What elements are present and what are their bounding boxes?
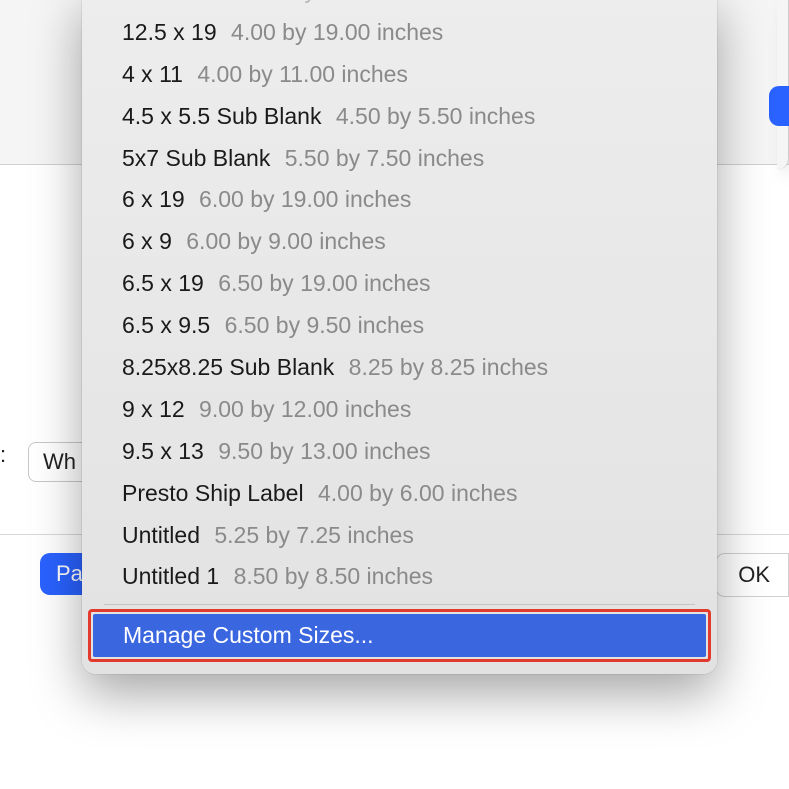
paper-size-name: 9 x 12 xyxy=(122,396,185,422)
paper-size-dimensions: 9.50 by 13.00 inches xyxy=(218,438,430,464)
paper-size-dimensions: 6.50 by 9.50 inches xyxy=(225,312,424,338)
background-primary-button-partial[interactable] xyxy=(769,86,789,126)
paper-size-option[interactable]: 11.5 x 24 11.50 by 24.00 inches xyxy=(82,0,717,12)
background-window-edge xyxy=(777,0,789,170)
manage-custom-sizes-item[interactable]: Manage Custom Sizes... xyxy=(93,614,706,657)
paper-size-option[interactable]: 6.5 x 9.5 6.50 by 9.50 inches xyxy=(82,305,717,347)
menu-separator xyxy=(104,604,695,605)
paper-size-option[interactable]: 6 x 19 6.00 by 19.00 inches xyxy=(82,179,717,221)
paper-size-name: Untitled xyxy=(122,522,200,548)
paper-size-dimensions: 6.00 by 19.00 inches xyxy=(199,186,411,212)
paper-size-option[interactable]: 6 x 9 6.00 by 9.00 inches xyxy=(82,221,717,263)
paper-size-name: 4.5 x 5.5 Sub Blank xyxy=(122,103,321,129)
paper-size-option[interactable]: Untitled 5.25 by 7.25 inches xyxy=(82,515,717,557)
paper-size-name: 11.5 x 24 xyxy=(122,0,215,3)
paper-size-dimensions: 4.00 by 19.00 inches xyxy=(231,19,443,45)
paper-size-name: 8.25x8.25 Sub Blank xyxy=(122,354,334,380)
paper-size-name: 4 x 11 xyxy=(122,61,183,87)
paper-size-name: 6.5 x 9.5 xyxy=(122,312,210,338)
paper-size-option[interactable]: Untitled 1 8.50 by 8.50 inches xyxy=(82,556,717,598)
paper-size-option[interactable]: 9.5 x 13 9.50 by 13.00 inches xyxy=(82,431,717,473)
paper-size-dropdown: 11.5 x 24 11.50 by 24.00 inches 12.5 x 1… xyxy=(82,0,717,674)
paper-size-name: 9.5 x 13 xyxy=(122,438,204,464)
paper-size-dimensions: 8.50 by 8.50 inches xyxy=(234,563,433,589)
paper-size-dimensions: 5.50 by 7.50 inches xyxy=(285,145,484,171)
highlight-annotation: Manage Custom Sizes... xyxy=(88,609,711,662)
paper-size-name: 12.5 x 19 xyxy=(122,19,217,45)
paper-size-name: Untitled 1 xyxy=(122,563,219,589)
paper-size-option[interactable]: 12.5 x 19 4.00 by 19.00 inches xyxy=(82,12,717,54)
paper-size-option[interactable]: 4 x 11 4.00 by 11.00 inches xyxy=(82,54,717,96)
paper-size-dimensions: 4.00 by 11.00 inches xyxy=(197,61,408,87)
paper-size-option[interactable]: 8.25x8.25 Sub Blank 8.25 by 8.25 inches xyxy=(82,347,717,389)
paper-size-name: Presto Ship Label xyxy=(122,480,304,506)
ok-button[interactable]: OK xyxy=(715,553,789,597)
paper-size-dimensions: 6.50 by 19.00 inches xyxy=(218,270,430,296)
paper-size-name: 6 x 19 xyxy=(122,186,185,212)
paper-size-dimensions: 5.25 by 7.25 inches xyxy=(214,522,413,548)
paper-size-option[interactable]: 6.5 x 19 6.50 by 19.00 inches xyxy=(82,263,717,305)
paper-size-dimensions: 11.50 by 24.00 inches xyxy=(229,0,452,3)
paper-size-name: 6 x 9 xyxy=(122,228,172,254)
paper-size-dimensions: 4.00 by 6.00 inches xyxy=(318,480,517,506)
paper-size-name: 5x7 Sub Blank xyxy=(122,145,270,171)
paper-size-option[interactable]: Presto Ship Label 4.00 by 6.00 inches xyxy=(82,473,717,515)
paper-size-dimensions: 9.00 by 12.00 inches xyxy=(199,396,411,422)
paper-size-dimensions: 8.25 by 8.25 inches xyxy=(349,354,548,380)
paper-size-option[interactable]: 9 x 12 9.00 by 12.00 inches xyxy=(82,389,717,431)
paper-size-dimensions: 6.00 by 9.00 inches xyxy=(186,228,385,254)
paper-size-name: 6.5 x 19 xyxy=(122,270,204,296)
paper-size-option[interactable]: 4.5 x 5.5 Sub Blank 4.50 by 5.50 inches xyxy=(82,96,717,138)
paper-size-dimensions: 4.50 by 5.50 inches xyxy=(336,103,535,129)
background-label-colon: : xyxy=(0,442,6,468)
paper-size-option[interactable]: 5x7 Sub Blank 5.50 by 7.50 inches xyxy=(82,138,717,180)
paper-size-list: 11.5 x 24 11.50 by 24.00 inches 12.5 x 1… xyxy=(82,0,717,598)
